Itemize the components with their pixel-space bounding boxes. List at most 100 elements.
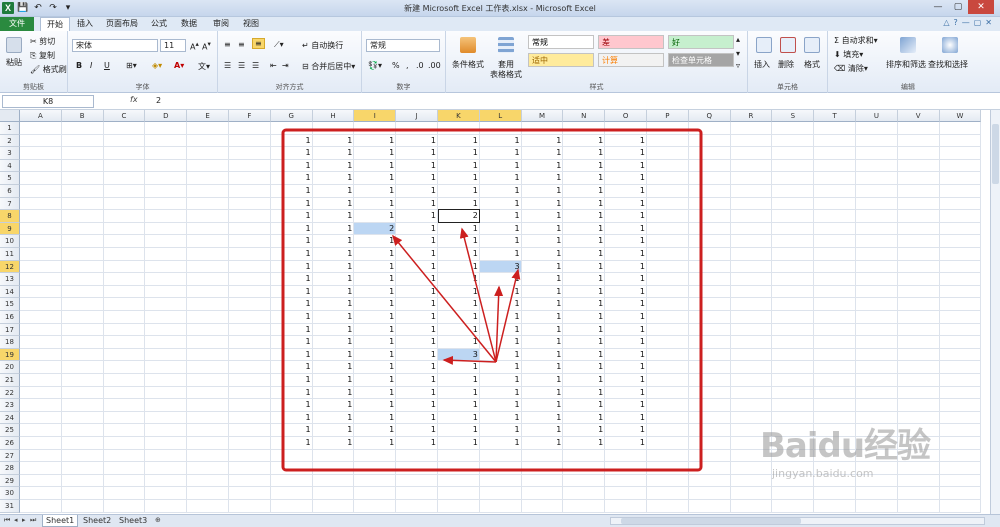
gallery-more-icon[interactable]: ▿ (736, 61, 740, 70)
column-header-Q[interactable]: Q (688, 110, 731, 122)
cell-I6[interactable]: 1 (354, 185, 396, 198)
column-header-K[interactable]: K (438, 110, 480, 122)
cell-style-1[interactable]: 常规 (528, 35, 594, 49)
cell-I2[interactable]: 1 (354, 135, 396, 148)
cell-O11[interactable]: 1 (605, 248, 647, 261)
cell-K17[interactable]: 1 (438, 324, 480, 337)
tab-review[interactable]: 审阅 (208, 17, 234, 31)
cell-H18[interactable]: 1 (313, 336, 355, 349)
cell-K16[interactable]: 1 (438, 311, 480, 324)
cell-O17[interactable]: 1 (605, 324, 647, 337)
cell-J5[interactable]: 1 (396, 172, 438, 185)
cell-H16[interactable]: 1 (313, 311, 355, 324)
align-bottom-icon[interactable]: ≡ (252, 38, 265, 49)
maximize-icon[interactable]: ▢ (948, 0, 968, 14)
cell-I8[interactable]: 1 (354, 210, 396, 223)
cell-O6[interactable]: 1 (605, 185, 647, 198)
cell-N18[interactable]: 1 (563, 336, 605, 349)
row-header-12[interactable]: 12 (0, 260, 20, 274)
cell-G15[interactable]: 1 (271, 298, 313, 311)
cell-M25[interactable]: 1 (522, 424, 564, 437)
paste-icon[interactable] (6, 37, 22, 53)
cell-style-4[interactable]: 适中 (528, 53, 594, 67)
conditional-format-icon[interactable] (460, 37, 476, 53)
cell-M4[interactable]: 1 (522, 160, 564, 173)
indent-increase-icon[interactable]: ⇥ (282, 61, 289, 70)
cell-M6[interactable]: 1 (522, 185, 564, 198)
find-select-icon[interactable] (942, 37, 958, 53)
row-header-21[interactable]: 21 (0, 374, 20, 387)
horizontal-scroll-thumb[interactable] (621, 518, 801, 524)
cell-G26[interactable]: 1 (271, 437, 313, 450)
row-header-9[interactable]: 9 (0, 222, 20, 236)
cell-M14[interactable]: 1 (522, 286, 564, 299)
cell-J21[interactable]: 1 (396, 374, 438, 387)
cell-N12[interactable]: 1 (563, 261, 605, 274)
cell-J12[interactable]: 1 (396, 261, 438, 274)
cell-K15[interactable]: 1 (438, 298, 480, 311)
tab-home[interactable]: 开始 (40, 17, 70, 31)
insert-cells-icon[interactable] (756, 37, 772, 53)
cell-N25[interactable]: 1 (563, 424, 605, 437)
format-cells-icon[interactable] (804, 37, 820, 53)
cell-K24[interactable]: 1 (438, 412, 480, 425)
row-header-25[interactable]: 25 (0, 424, 20, 437)
cell-J20[interactable]: 1 (396, 361, 438, 374)
column-header-U[interactable]: U (856, 110, 898, 122)
cell-style-2[interactable]: 差 (598, 35, 664, 49)
merge-center-button[interactable]: ⊟ 合并后居中▾ (302, 61, 355, 72)
cell-J24[interactable]: 1 (396, 412, 438, 425)
gallery-scroll-down-icon[interactable]: ▾ (736, 49, 740, 58)
cell-I3[interactable]: 1 (354, 147, 396, 160)
cell-H17[interactable]: 1 (313, 324, 355, 337)
cell-G18[interactable]: 1 (271, 336, 313, 349)
cell-H12[interactable]: 1 (313, 261, 355, 274)
cell-G12[interactable]: 1 (271, 261, 313, 274)
select-all-corner[interactable] (0, 110, 20, 122)
cell-N16[interactable]: 1 (563, 311, 605, 324)
column-header-N[interactable]: N (563, 110, 606, 122)
cell-K10[interactable]: 1 (438, 235, 480, 248)
format-button[interactable]: 格式 (804, 59, 820, 70)
minimize-icon[interactable]: — (928, 0, 948, 14)
cell-G16[interactable]: 1 (271, 311, 313, 324)
cell-J9[interactable]: 1 (396, 223, 438, 236)
help-icon[interactable]: ? (953, 18, 957, 27)
table-format-icon[interactable] (498, 37, 514, 53)
cell-H9[interactable]: 1 (313, 223, 355, 236)
cell-K22[interactable]: 1 (438, 387, 480, 400)
column-header-W[interactable]: W (939, 110, 982, 122)
autosum-button[interactable]: Σ 自动求和▾ (834, 35, 878, 46)
column-header-I[interactable]: I (354, 110, 397, 122)
cell-M12[interactable]: 1 (522, 261, 564, 274)
cell-G10[interactable]: 1 (271, 235, 313, 248)
cell-I25[interactable]: 1 (354, 424, 396, 437)
cell-G21[interactable]: 1 (271, 374, 313, 387)
doc-close-icon[interactable]: ✕ (985, 18, 992, 27)
cell-G11[interactable]: 1 (271, 248, 313, 261)
tab-file[interactable]: 文件 (0, 17, 34, 31)
cell-L12[interactable]: 3 (480, 261, 522, 274)
cell-L6[interactable]: 1 (480, 185, 522, 198)
increase-decimal-icon[interactable]: .0 (416, 61, 424, 70)
cell-I24[interactable]: 1 (354, 412, 396, 425)
cell-H10[interactable]: 1 (313, 235, 355, 248)
cell-I12[interactable]: 1 (354, 261, 396, 274)
cell-N15[interactable]: 1 (563, 298, 605, 311)
row-header-23[interactable]: 23 (0, 399, 20, 412)
cell-H5[interactable]: 1 (313, 172, 355, 185)
row-header-7[interactable]: 7 (0, 197, 20, 211)
tab-page-layout[interactable]: 页面布局 (102, 17, 142, 31)
cell-J7[interactable]: 1 (396, 198, 438, 211)
cell-J25[interactable]: 1 (396, 424, 438, 437)
cell-J6[interactable]: 1 (396, 185, 438, 198)
cell-L11[interactable]: 1 (480, 248, 522, 261)
cell-O15[interactable]: 1 (605, 298, 647, 311)
column-header-B[interactable]: B (61, 110, 104, 122)
cell-N24[interactable]: 1 (563, 412, 605, 425)
cell-O2[interactable]: 1 (605, 135, 647, 148)
cell-G7[interactable]: 1 (271, 198, 313, 211)
row-header-16[interactable]: 16 (0, 311, 20, 324)
cell-N26[interactable]: 1 (563, 437, 605, 450)
cell-M9[interactable]: 1 (522, 223, 564, 236)
